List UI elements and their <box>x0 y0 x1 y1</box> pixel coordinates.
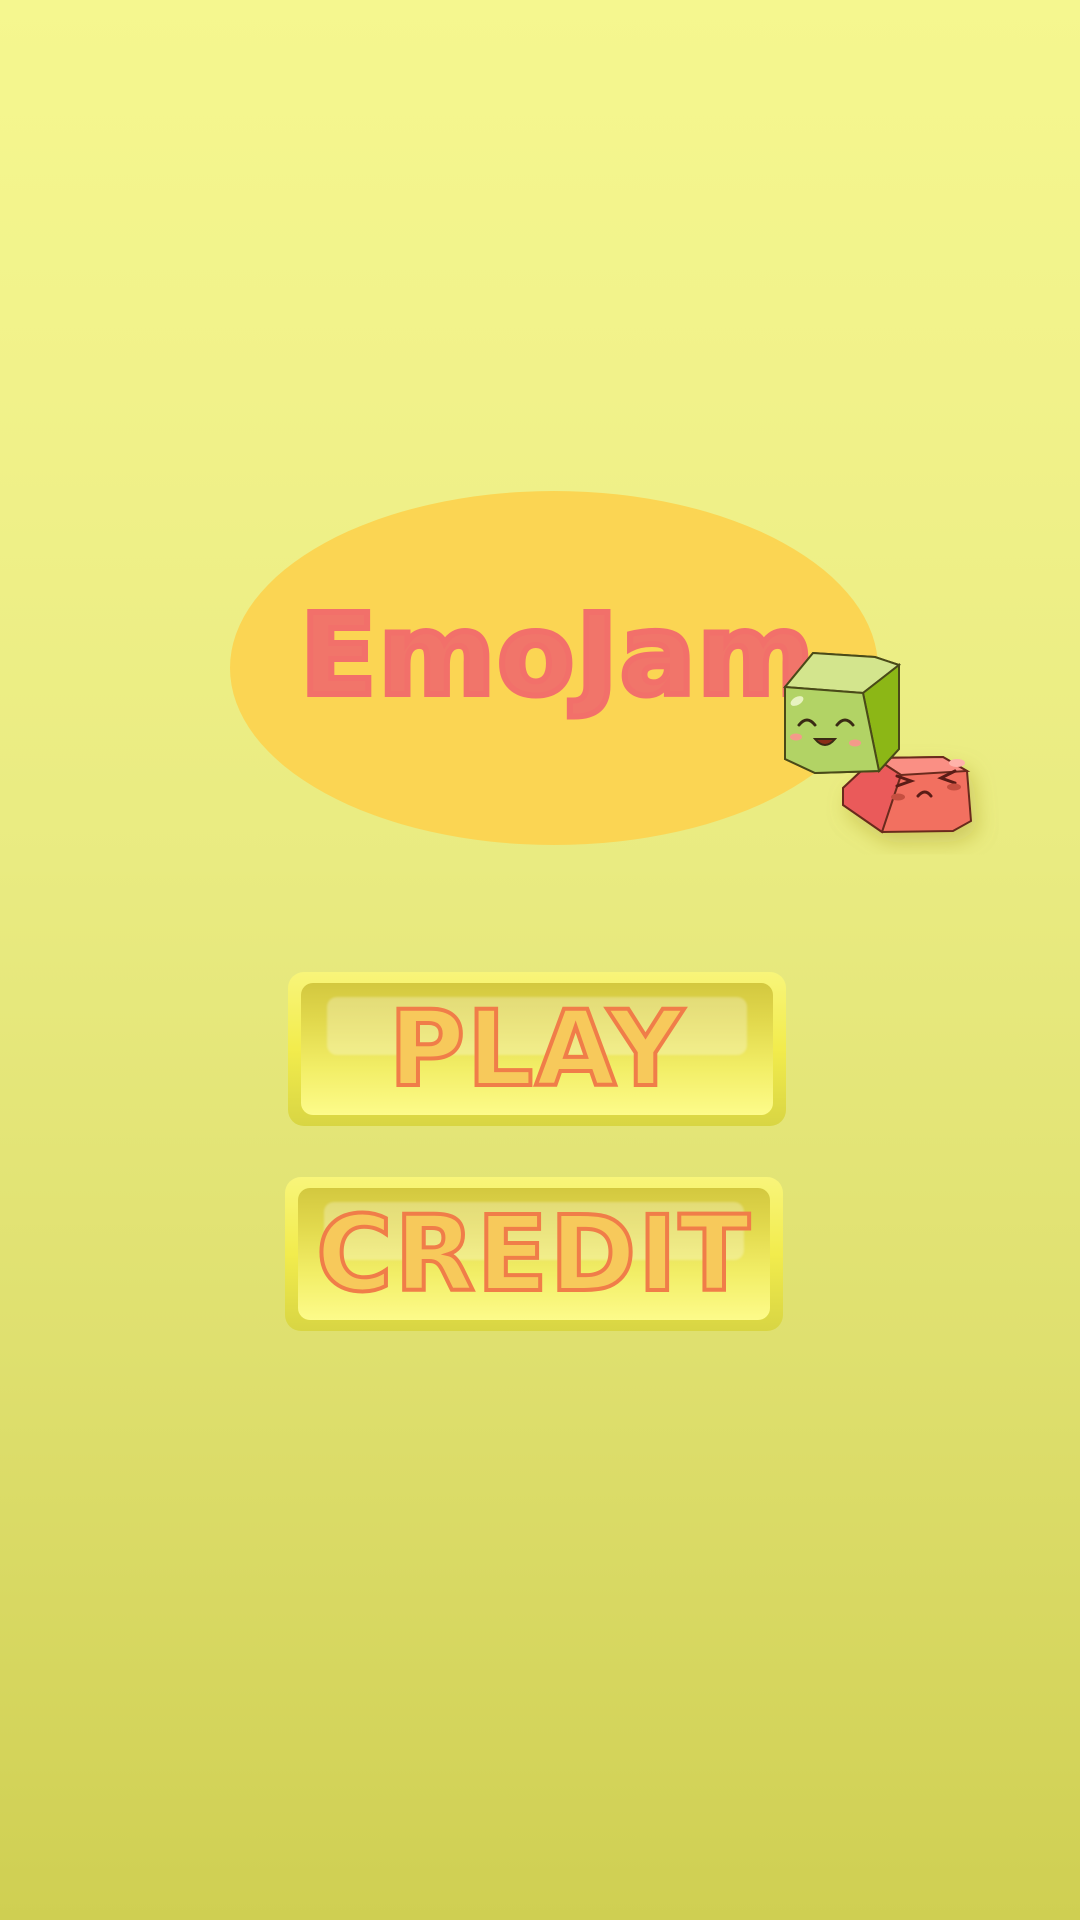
cube-mascots-icon <box>775 645 990 845</box>
game-title: EmoJam <box>297 591 817 721</box>
credit-button-label: CREDIT <box>314 1193 752 1315</box>
play-button-label: PLAY <box>387 988 686 1110</box>
credit-button[interactable]: CREDIT <box>285 1177 783 1331</box>
green-cube-icon <box>783 651 902 775</box>
play-button[interactable]: PLAY <box>288 972 786 1126</box>
